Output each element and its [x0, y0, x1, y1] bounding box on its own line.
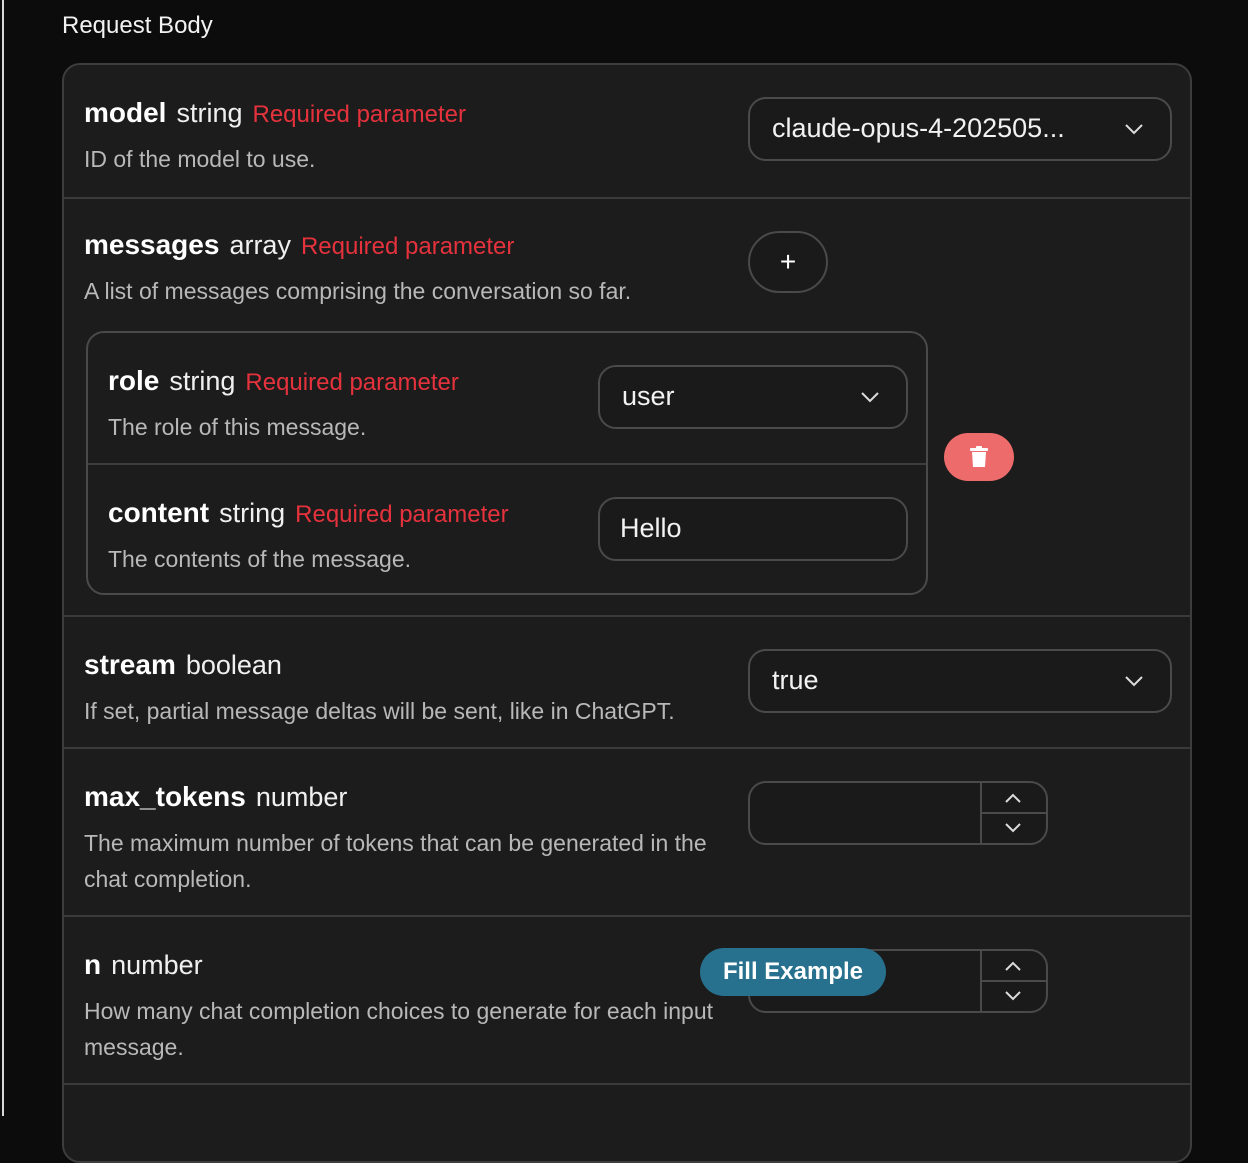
param-name: max_tokens — [84, 781, 246, 812]
param-row-max-tokens: max_tokens number The maximum number of t… — [64, 749, 1190, 917]
param-type: number — [255, 782, 348, 812]
divider — [88, 463, 926, 465]
stepper-buttons — [980, 951, 1046, 1011]
model-select[interactable]: claude-opus-4-202505... — [748, 97, 1172, 161]
required-label: Required parameter — [300, 233, 515, 260]
role-select[interactable]: user — [598, 365, 908, 429]
required-label: Required parameter — [295, 501, 509, 528]
divider — [982, 812, 1046, 814]
select-value: user — [622, 381, 675, 411]
param-header: model string Required parameter — [84, 97, 466, 129]
select-value: true — [772, 665, 819, 695]
param-description: A list of messages comprising the conver… — [84, 278, 632, 304]
window-edge — [2, 0, 4, 1116]
param-header: max_tokens number — [84, 781, 347, 813]
param-name: n — [84, 949, 102, 980]
param-type: string — [169, 366, 236, 396]
param-description: The role of this message. — [108, 414, 367, 440]
param-type: boolean — [185, 650, 282, 680]
param-name: role — [108, 365, 160, 396]
param-row-stream: stream boolean If set, partial message de… — [64, 617, 1190, 749]
add-message-button[interactable]: + — [748, 231, 828, 293]
param-header: role string Required parameter — [108, 365, 459, 397]
param-type: array — [229, 230, 291, 260]
param-header: stream boolean — [84, 649, 282, 681]
fill-example-button[interactable]: Fill Example — [700, 948, 886, 996]
param-row-model: model string Required parameter ID of the … — [64, 65, 1190, 199]
stepper-buttons — [980, 783, 1046, 843]
param-description: If set, partial message deltas will be s… — [84, 698, 675, 724]
chevron-down-icon[interactable] — [1004, 989, 1022, 1003]
param-header: messages array Required parameter — [84, 229, 514, 261]
param-name: messages — [84, 229, 220, 260]
param-type: string — [176, 98, 243, 128]
param-description: ID of the model to use. — [84, 146, 316, 172]
param-header: content string Required parameter — [108, 497, 509, 529]
request-body-panel: model string Required parameter ID of the … — [62, 63, 1192, 1163]
stream-select[interactable]: true — [748, 649, 1172, 713]
param-row-n: n number How many chat completion choices… — [64, 917, 1190, 1085]
chevron-up-icon[interactable] — [1004, 959, 1022, 973]
chevron-down-icon[interactable] — [1004, 821, 1022, 835]
param-name: model — [84, 97, 167, 128]
plus-icon: + — [779, 246, 797, 277]
param-name: stream — [84, 649, 176, 680]
required-label: Required parameter — [245, 369, 459, 396]
content-input[interactable]: Hello — [598, 497, 908, 561]
chevron-up-icon[interactable] — [1004, 791, 1022, 805]
param-description: The contents of the message. — [108, 546, 412, 572]
param-type: string — [219, 498, 286, 528]
param-description: How many chat completion choices to gene… — [84, 998, 714, 1060]
param-header: n number — [84, 949, 203, 981]
input-value: Hello — [620, 513, 682, 543]
param-type: number — [111, 950, 203, 980]
trash-icon — [970, 446, 988, 467]
chevron-down-icon — [861, 392, 879, 403]
delete-message-button[interactable] — [944, 433, 1014, 481]
select-value: claude-opus-4-202505... — [772, 113, 1065, 143]
param-name: content — [108, 497, 210, 528]
message-item: role string Required parameter The role of… — [86, 331, 928, 595]
param-description: The maximum number of tokens that can be… — [84, 830, 707, 892]
divider — [982, 980, 1046, 982]
max-tokens-input[interactable] — [748, 781, 1048, 845]
section-title: Request Body — [62, 12, 213, 39]
required-label: Required parameter — [252, 101, 466, 128]
param-row-messages: messages array Required parameter A list o… — [64, 197, 1190, 617]
chevron-down-icon — [1125, 124, 1143, 135]
chevron-down-icon — [1125, 676, 1143, 687]
